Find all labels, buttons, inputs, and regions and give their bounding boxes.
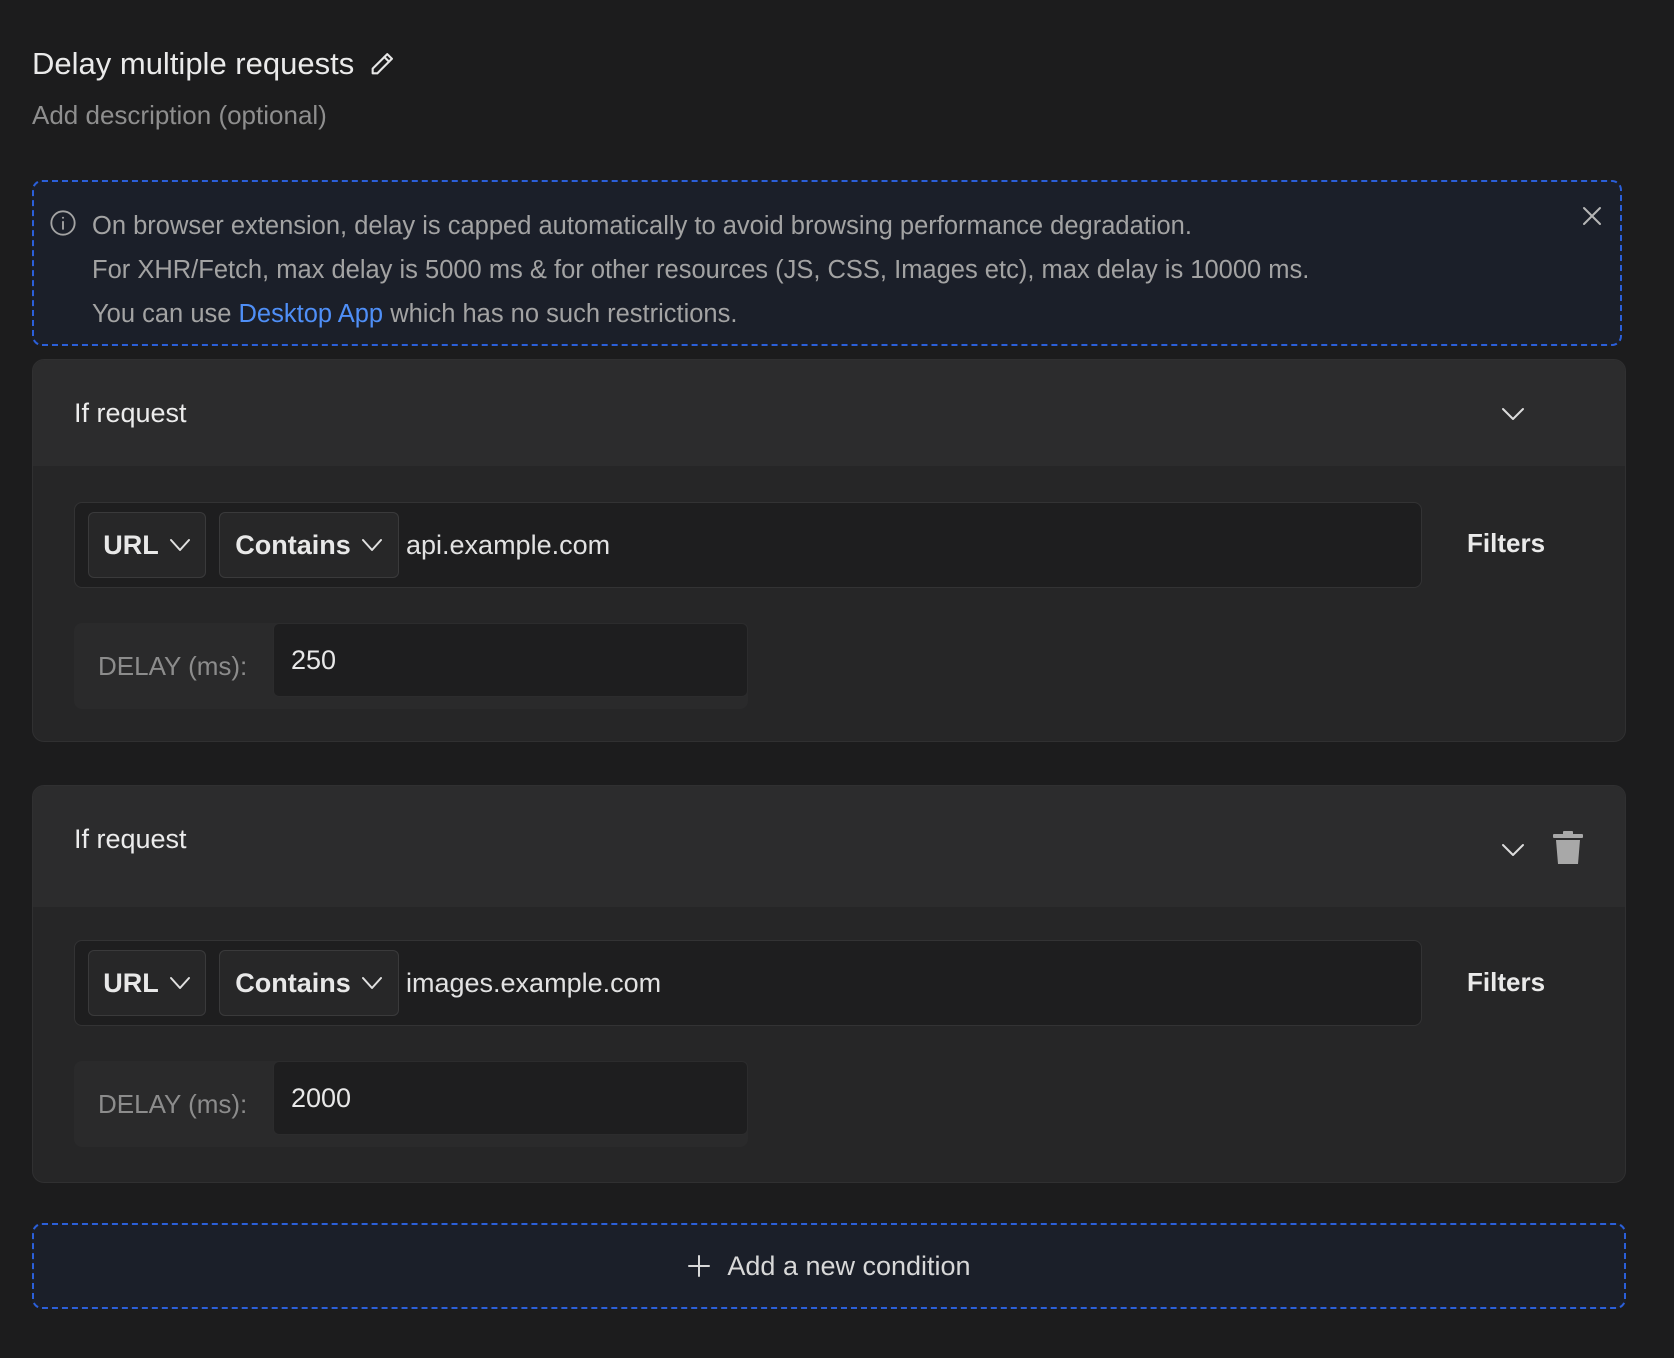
rule-title-row: Delay multiple requests: [32, 46, 396, 82]
info-icon: [49, 209, 77, 237]
chevron-down-icon: [169, 977, 190, 989]
delay-input[interactable]: [273, 623, 748, 697]
delay-input[interactable]: [273, 1061, 748, 1135]
operator-dropdown[interactable]: Contains: [219, 950, 399, 1016]
filters-button[interactable]: Filters: [1467, 967, 1545, 998]
chevron-down-icon[interactable]: [1501, 406, 1525, 422]
url-value-input[interactable]: [406, 521, 1386, 569]
condition-row: URL Contains: [74, 940, 1422, 1026]
desktop-app-link[interactable]: Desktop App: [239, 300, 384, 328]
edit-icon[interactable]: [368, 50, 396, 78]
delay-label: DELAY (ms):: [98, 651, 248, 681]
condition-card: If request URL Contains Filters DELAY (m…: [32, 785, 1626, 1183]
add-condition-label: Add a new condition: [727, 1250, 971, 1281]
banner-text: On browser extension, delay is capped au…: [92, 204, 1309, 336]
banner-line-3-prefix: You can use: [92, 300, 239, 328]
rule-header: Delay multiple requests Add description …: [32, 46, 396, 131]
add-condition-button[interactable]: Add a new condition: [32, 1223, 1626, 1309]
operator-label: Contains: [235, 967, 351, 998]
chevron-down-icon: [169, 539, 190, 551]
banner-line-1: On browser extension, delay is capped au…: [92, 212, 1192, 240]
chevron-down-icon: [361, 977, 382, 989]
condition-header[interactable]: If request: [33, 786, 1625, 907]
banner-line-3: You can use Desktop App which has no suc…: [92, 292, 1309, 336]
condition-row: URL Contains: [74, 502, 1422, 588]
operator-dropdown[interactable]: Contains: [219, 512, 399, 578]
banner-line-2: For XHR/Fetch, max delay is 5000 ms & fo…: [92, 256, 1310, 284]
plus-icon: [688, 1255, 711, 1277]
operator-label: Contains: [235, 529, 351, 560]
condition-title: If request: [74, 398, 187, 428]
rule-title[interactable]: Delay multiple requests: [32, 46, 354, 82]
condition-header[interactable]: If request: [33, 360, 1625, 466]
delay-label: DELAY (ms):: [98, 1089, 248, 1119]
source-key-dropdown[interactable]: URL: [88, 950, 206, 1016]
delay-field: DELAY (ms):: [74, 623, 748, 709]
filters-button[interactable]: Filters: [1467, 528, 1545, 559]
close-icon[interactable]: [1580, 204, 1604, 228]
source-key-label: URL: [103, 529, 159, 560]
description-field[interactable]: Add description (optional): [32, 100, 396, 131]
info-banner: On browser extension, delay is capped au…: [32, 180, 1622, 346]
trash-icon[interactable]: [1553, 831, 1583, 865]
condition-title: If request: [74, 824, 187, 854]
source-key-dropdown[interactable]: URL: [88, 512, 206, 578]
source-key-label: URL: [103, 967, 159, 998]
delay-field: DELAY (ms):: [74, 1061, 748, 1147]
banner-line-3-suffix: which has no such restrictions.: [383, 300, 738, 328]
chevron-down-icon[interactable]: [1501, 842, 1525, 858]
chevron-down-icon: [361, 539, 382, 551]
url-value-input[interactable]: [406, 959, 1386, 1007]
condition-card: If request URL Contains Filters DELAY (m…: [32, 359, 1626, 742]
